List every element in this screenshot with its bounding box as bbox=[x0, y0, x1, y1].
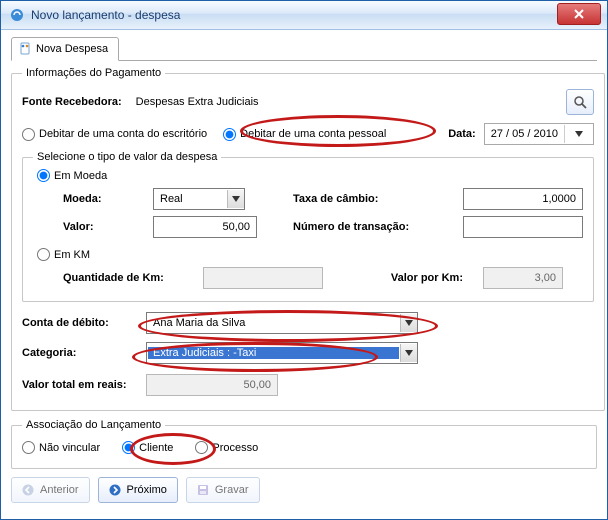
label-categoria: Categoria: bbox=[22, 347, 132, 359]
gravar-button[interactable]: Gravar bbox=[186, 477, 260, 503]
input-valor[interactable]: 50,00 bbox=[153, 216, 257, 238]
tab-label: Nova Despesa bbox=[36, 43, 108, 55]
radio-em-moeda[interactable]: Em Moeda bbox=[37, 169, 567, 182]
date-value: 27 / 05 / 2010 bbox=[485, 128, 564, 140]
chevron-down-icon bbox=[400, 344, 417, 362]
value-fonte: Despesas Extra Judiciais bbox=[136, 96, 259, 108]
label-valor-km: Valor por Km: bbox=[343, 272, 463, 284]
value-total: 50,00 bbox=[146, 374, 278, 396]
radio-conta-escritorio[interactable]: Debitar de uma conta do escritório bbox=[22, 128, 207, 141]
legend-tipo: Selecione o tipo de valor da despesa bbox=[33, 151, 221, 163]
input-qtd-km bbox=[203, 267, 323, 289]
label-total: Valor total em reais: bbox=[22, 379, 132, 391]
combo-conta-value: Ana Maria da Silva bbox=[147, 317, 400, 329]
chevron-down-icon bbox=[564, 125, 593, 143]
radio-conta-pessoal[interactable]: Debitar de uma conta pessoal bbox=[223, 128, 386, 141]
label-taxa: Taxa de câmbio: bbox=[293, 193, 443, 205]
label-num-trans: Número de transação: bbox=[293, 221, 443, 233]
group-associacao: Associação do Lançamento Não vincular Cl… bbox=[11, 419, 597, 469]
search-button[interactable] bbox=[566, 89, 594, 115]
chevron-down-icon bbox=[227, 190, 244, 208]
group-tipo-valor: Selecione o tipo de valor da despesa Em … bbox=[22, 151, 594, 302]
title-bar: Novo lançamento - despesa bbox=[1, 1, 607, 30]
radio-nao-vincular[interactable]: Não vincular bbox=[22, 441, 100, 454]
proximo-button[interactable]: Próximo bbox=[98, 477, 178, 503]
magnifier-icon bbox=[573, 95, 587, 109]
radio-processo[interactable]: Processo bbox=[195, 441, 258, 454]
label-fonte: Fonte Recebedora: bbox=[22, 96, 122, 108]
radio-cliente[interactable]: Cliente bbox=[122, 441, 173, 454]
tab-strip: Nova Despesa bbox=[11, 36, 597, 61]
input-taxa[interactable]: 1,0000 bbox=[463, 188, 583, 210]
close-button[interactable] bbox=[557, 3, 601, 25]
radio-em-km[interactable]: Em KM bbox=[37, 248, 583, 261]
window-title: Novo lançamento - despesa bbox=[31, 8, 180, 22]
save-icon bbox=[197, 484, 209, 496]
input-num-trans[interactable] bbox=[463, 216, 583, 238]
input-valor-km: 3,00 bbox=[483, 267, 563, 289]
app-icon bbox=[9, 7, 25, 23]
arrow-left-icon bbox=[22, 484, 34, 496]
label-data: Data: bbox=[448, 128, 476, 140]
tab-nova-despesa[interactable]: Nova Despesa bbox=[11, 37, 119, 61]
combo-moeda[interactable]: Real bbox=[153, 188, 245, 210]
arrow-right-icon bbox=[109, 484, 121, 496]
label-moeda: Moeda: bbox=[63, 193, 133, 205]
anterior-button[interactable]: Anterior bbox=[11, 477, 90, 503]
group-informacoes-pagamento: Informações do Pagamento Fonte Recebedor… bbox=[11, 67, 605, 411]
date-picker[interactable]: 27 / 05 / 2010 bbox=[484, 123, 594, 145]
combo-categoria-value: Extra Judiciais : -Taxi bbox=[148, 347, 399, 359]
button-bar: Anterior Próximo Gravar bbox=[11, 477, 597, 503]
chevron-down-icon bbox=[400, 314, 417, 332]
label-valor: Valor: bbox=[63, 221, 133, 233]
combo-conta-debito[interactable]: Ana Maria da Silva bbox=[146, 312, 418, 334]
combo-categoria[interactable]: Extra Judiciais : -Taxi bbox=[146, 342, 418, 364]
label-qtd-km: Quantidade de Km: bbox=[63, 272, 183, 284]
document-icon bbox=[18, 42, 32, 56]
combo-moeda-value: Real bbox=[154, 193, 227, 205]
legend-associacao: Associação do Lançamento bbox=[22, 419, 165, 431]
label-conta-debito: Conta de débito: bbox=[22, 317, 132, 329]
legend-pagamento: Informações do Pagamento bbox=[22, 67, 165, 79]
